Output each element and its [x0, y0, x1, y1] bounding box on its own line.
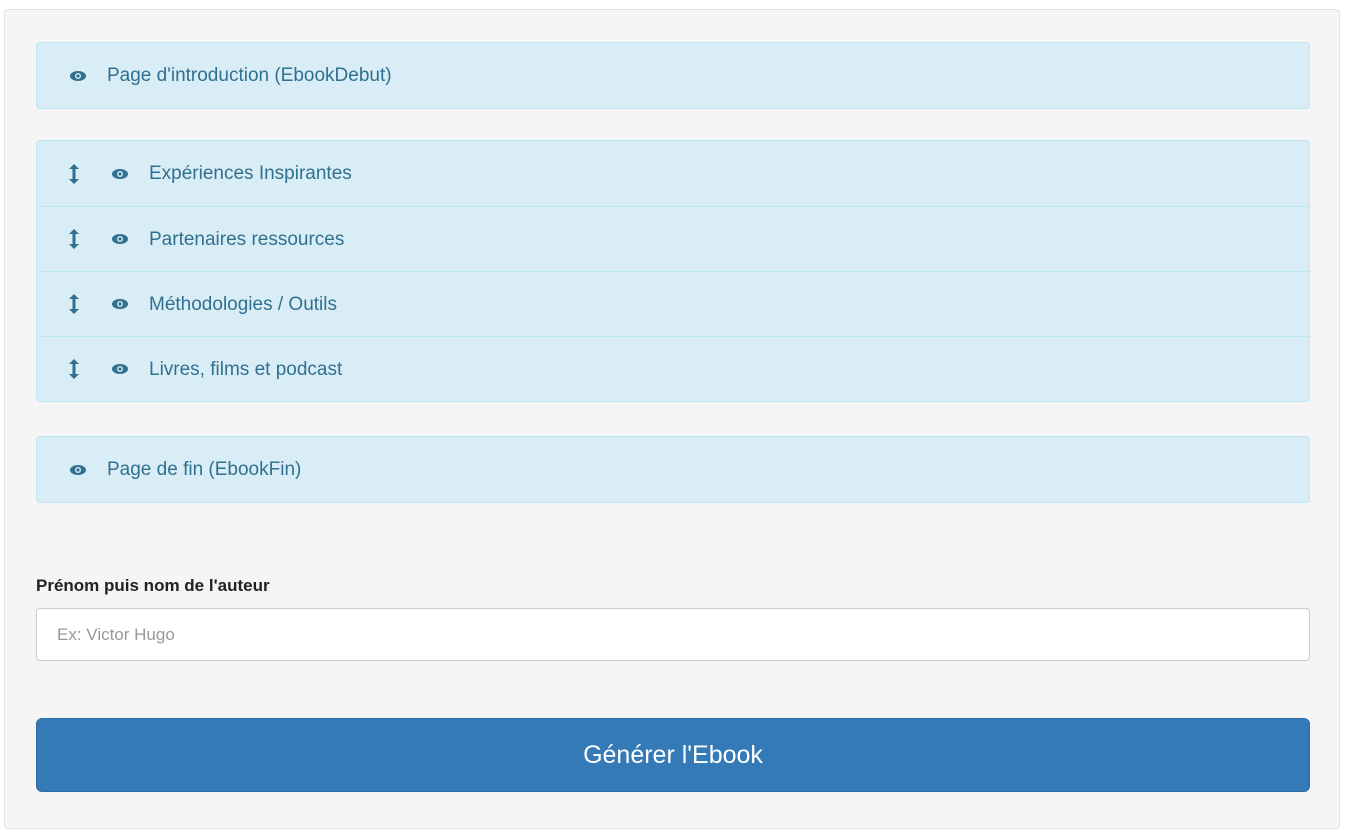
author-field-label: Prénom puis nom de l'auteur — [36, 576, 270, 595]
eye-icon[interactable] — [111, 230, 129, 248]
chapter-item[interactable]: Livres, films et podcast — [37, 336, 1309, 401]
vertical-resize-icon[interactable] — [67, 294, 81, 314]
end-page-panel: Page de fin (EbookFin) — [36, 436, 1310, 503]
chapter-label: Partenaires ressources — [149, 228, 345, 250]
chapter-label: Méthodologies / Outils — [149, 293, 337, 315]
eye-icon[interactable] — [111, 295, 129, 313]
chapter-list: Expériences Inspirantes Partenaires ress… — [36, 140, 1310, 402]
author-name-input[interactable] — [36, 608, 1310, 661]
end-page-label: Page de fin (EbookFin) — [107, 459, 302, 480]
chapter-item[interactable]: Méthodologies / Outils — [37, 271, 1309, 336]
intro-page-item[interactable]: Page d'introduction (EbookDebut) — [37, 43, 1309, 108]
vertical-resize-icon[interactable] — [67, 229, 81, 249]
end-page-item[interactable]: Page de fin (EbookFin) — [37, 437, 1309, 502]
intro-page-label: Page d'introduction (EbookDebut) — [107, 65, 392, 86]
form-container — [4, 9, 1340, 829]
chapter-label: Expériences Inspirantes — [149, 163, 352, 184]
eye-icon[interactable] — [69, 67, 87, 85]
chapter-item[interactable]: Partenaires ressources — [37, 206, 1309, 271]
vertical-resize-icon[interactable] — [67, 163, 81, 184]
eye-icon[interactable] — [111, 165, 129, 183]
chapter-label: Livres, films et podcast — [149, 358, 343, 380]
vertical-resize-icon[interactable] — [67, 359, 81, 379]
eye-icon[interactable] — [111, 360, 129, 378]
intro-page-panel: Page d'introduction (EbookDebut) — [36, 42, 1310, 109]
generate-ebook-button[interactable]: Générer l'Ebook — [36, 718, 1310, 792]
eye-icon[interactable] — [69, 461, 87, 479]
chapter-item[interactable]: Expériences Inspirantes — [37, 141, 1309, 206]
